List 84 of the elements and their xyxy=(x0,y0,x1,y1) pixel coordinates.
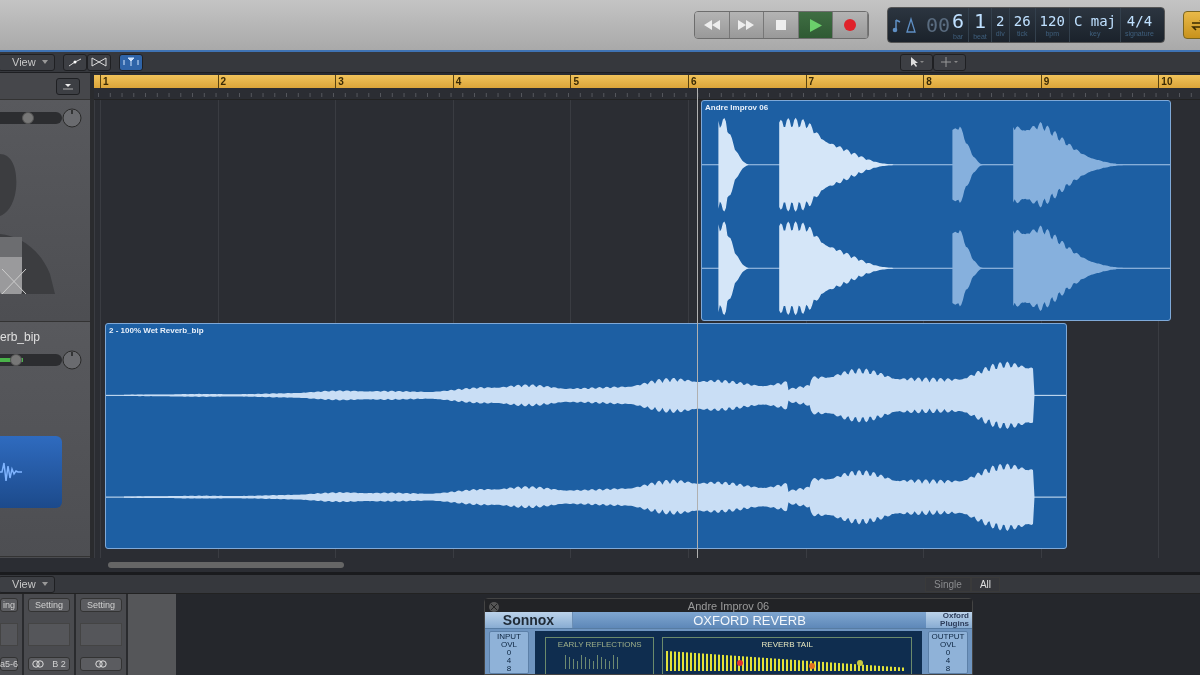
product-title: OXFORD REVERB xyxy=(573,612,926,628)
pan-knob[interactable] xyxy=(62,108,82,128)
bar-number: 2 xyxy=(219,75,228,88)
play-button[interactable] xyxy=(798,12,834,38)
bar-number: 5 xyxy=(572,75,580,88)
pointer-icon xyxy=(908,57,925,67)
bar-number: 6 xyxy=(689,75,698,88)
view-menu[interactable]: View xyxy=(0,53,55,71)
track-options-button[interactable] xyxy=(56,77,80,95)
forward-button[interactable] xyxy=(729,12,765,38)
link-icon xyxy=(95,660,107,668)
badge-text: Oxford xyxy=(942,612,969,620)
caret-icon xyxy=(41,60,48,64)
flex-icon xyxy=(90,57,107,67)
meter-scale-label: 8 xyxy=(945,665,951,673)
pointer-tool-button[interactable] xyxy=(900,53,933,71)
view-menu[interactable]: View xyxy=(0,575,55,593)
link-icon xyxy=(32,660,45,668)
automation-button[interactable] xyxy=(62,53,87,71)
scrollbar-thumb[interactable] xyxy=(108,562,344,568)
meter-label: INPUT xyxy=(497,633,521,641)
fast-forward-icon xyxy=(738,20,755,30)
volume-slider[interactable] xyxy=(0,112,62,124)
setting-button[interactable]: ing xyxy=(0,598,18,612)
lcd-value: C maj xyxy=(1073,13,1117,28)
stop-icon xyxy=(776,20,786,30)
record-icon xyxy=(844,19,857,31)
window-title: Andre Improv 06 xyxy=(687,599,770,612)
bar-number: 4 xyxy=(454,75,463,88)
tray-icon xyxy=(62,81,74,91)
meter-label: OUTPUT xyxy=(931,633,965,641)
crosshair-icon xyxy=(940,57,959,67)
track-name: erb_bip xyxy=(0,330,42,344)
badge-text: Plugins xyxy=(940,620,969,628)
bar-number: 7 xyxy=(807,75,816,88)
play-icon xyxy=(809,18,822,32)
lcd-dim-digits: 00 xyxy=(926,15,951,35)
output-button[interactable]: a5-6 xyxy=(0,657,18,671)
bar-number: 9 xyxy=(1042,75,1051,88)
meter-scale-label: OVL xyxy=(501,641,517,649)
meter-scale-label: 4 xyxy=(506,657,512,665)
output-button[interactable]: B 2 xyxy=(28,657,70,671)
output-button[interactable] xyxy=(80,657,122,671)
lcd-value: 2 xyxy=(996,13,1005,28)
catch-playhead-button[interactable] xyxy=(118,53,143,71)
automation-icon xyxy=(67,57,82,67)
bar-number: 8 xyxy=(925,75,933,88)
bar-ruler[interactable]: 1 2 3 4 5 6 7 8 9 10 xyxy=(94,75,1200,88)
meter-scale-label: 4 xyxy=(945,657,951,665)
close-icon[interactable] xyxy=(489,602,499,612)
flex-button[interactable] xyxy=(86,53,111,71)
volume-slider[interactable] xyxy=(0,354,62,366)
setting-button[interactable]: Setting xyxy=(80,598,122,612)
slider-thumb[interactable] xyxy=(9,354,22,366)
audio-region[interactable]: Andre Improv 06 xyxy=(701,100,1171,321)
panel-label: REVERB TAIL xyxy=(761,639,813,649)
bar-number: 10 xyxy=(1160,75,1174,88)
lcd-value: 6 xyxy=(952,10,965,31)
lcd-value: 26 xyxy=(1013,13,1031,28)
rewind-button[interactable] xyxy=(695,12,730,38)
record-button[interactable] xyxy=(833,12,868,38)
stop-button[interactable] xyxy=(764,12,799,38)
track-header[interactable]: erb_bip xyxy=(0,322,90,557)
slider-thumb[interactable] xyxy=(21,112,34,124)
pan-knob[interactable] xyxy=(62,350,82,370)
setting-button[interactable]: Setting xyxy=(28,598,70,612)
view-mode-button[interactable]: Single xyxy=(925,576,971,592)
rewind-icon xyxy=(703,20,720,30)
meter-scale-label: 0 xyxy=(506,649,512,657)
caret-icon xyxy=(41,582,48,586)
region-title: Andre Improv 06 xyxy=(704,101,770,113)
bar-number: 1 xyxy=(102,75,110,88)
lcd-value: 4/4 xyxy=(1126,13,1153,28)
view-mode-button[interactable]: All xyxy=(970,576,1000,592)
lcd-value: 120 xyxy=(1039,13,1065,28)
meter-scale-label: 0 xyxy=(945,649,951,657)
meter-scale-label: OVL xyxy=(940,641,956,649)
audio-region[interactable]: 2 - 100% Wet Reverb_bip xyxy=(105,323,1067,549)
panel-label: EARLY REFLECTIONS xyxy=(557,639,642,649)
bar-number: 3 xyxy=(337,75,345,88)
meter-scale-label: 8 xyxy=(506,665,512,673)
region-title: 2 - 100% Wet Reverb_bip xyxy=(108,324,205,336)
lcd-value: 1 xyxy=(973,10,986,31)
playhead-icon xyxy=(122,57,139,67)
